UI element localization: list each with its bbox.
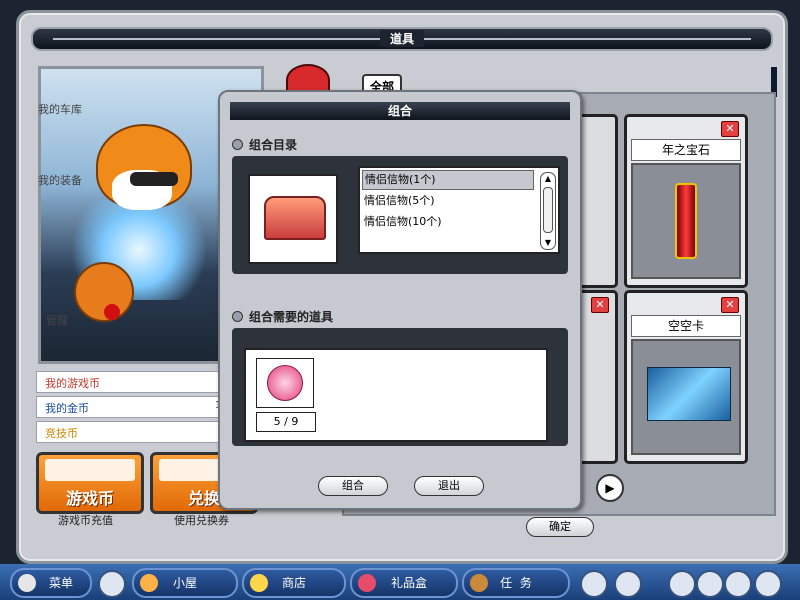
required-count: 5 / 9: [256, 412, 316, 432]
card-icon: [631, 339, 741, 455]
arena-coin-label: 竞技币: [45, 427, 78, 440]
quest-button[interactable]: 任 务: [462, 568, 570, 598]
reindeer-nose: [104, 304, 120, 320]
required-heading: 组合需要的道具: [232, 308, 333, 325]
menu-button[interactable]: 菜单: [10, 568, 92, 598]
close-icon[interactable]: ✕: [721, 121, 739, 137]
exit-button[interactable]: 退出: [414, 476, 484, 496]
recharge-button[interactable]: 游戏币: [36, 452, 144, 514]
arena-coin-row: 竞技币: [36, 421, 244, 443]
chest-item[interactable]: [248, 174, 338, 264]
combine-list[interactable]: 情侣信物(1个) 情侣信物(5个) 情侣信物(10个) ▲ ▼: [358, 166, 560, 254]
window-title: 道具: [379, 30, 425, 47]
search-icon[interactable]: [724, 570, 752, 598]
scroll-down-icon[interactable]: ▼: [541, 237, 555, 249]
garage-label[interactable]: 我的车库: [38, 101, 82, 117]
quest-label: 任 务: [500, 576, 532, 590]
gold-coin-row: 我的金币 1 6: [36, 396, 244, 418]
shop-button[interactable]: 商店: [242, 568, 346, 598]
title-bar: 道具: [31, 27, 773, 51]
gem-icon: [631, 163, 741, 279]
bullet-icon: [232, 139, 243, 150]
house-button[interactable]: 小屋: [132, 568, 238, 598]
required-heading-text: 组合需要的道具: [249, 310, 334, 324]
combine-button[interactable]: 组合: [318, 476, 388, 496]
manage-label[interactable]: 管理: [46, 312, 68, 328]
required-item[interactable]: [256, 358, 314, 408]
menu-label: 菜单: [48, 576, 73, 590]
bullet-icon: [232, 311, 243, 322]
pink-orb-icon: [267, 365, 303, 401]
avatar-glasses: [130, 172, 178, 186]
chest-icon: [264, 196, 326, 240]
recharge-face: 游戏币: [65, 489, 114, 508]
back-icon[interactable]: [98, 570, 126, 598]
game-coin-label: 我的游戏币: [45, 377, 100, 390]
list-item[interactable]: 情侣信物(5个): [362, 192, 532, 210]
slot-name: 空空卡: [631, 315, 741, 337]
gem-shape: [675, 183, 697, 259]
tools-icon[interactable]: [614, 570, 642, 598]
required-frame: 5 / 9: [232, 328, 568, 446]
catalog-heading: 组合目录: [232, 136, 297, 153]
inventory-slot-empty-card[interactable]: ✕ 空空卡: [624, 290, 748, 464]
taskbar: 菜单 小屋 商店 礼品盒 任 务: [0, 564, 800, 600]
inventory-slot-year-gem[interactable]: ✕ 年之宝石: [624, 114, 748, 288]
equipment-label[interactable]: 我的装备: [38, 172, 82, 188]
giftbox-button[interactable]: 礼品盒: [350, 568, 458, 598]
recharge-caption: 游戏币充值: [58, 514, 113, 527]
catalog-heading-text: 组合目录: [249, 138, 298, 152]
shop-label: 商店: [281, 576, 306, 590]
next-page-button[interactable]: ▶: [596, 474, 624, 502]
power-icon[interactable]: [754, 570, 782, 598]
slot-name: 年之宝石: [631, 139, 741, 161]
gold-coin-label: 我的金币: [45, 402, 89, 415]
coin-icon: [45, 459, 135, 481]
scroll-up-icon[interactable]: ▲: [541, 173, 555, 185]
required-box: 5 / 9: [244, 348, 548, 442]
card-shape: [647, 367, 731, 421]
friends-icon[interactable]: [696, 570, 724, 598]
list-item[interactable]: 情侣信物(1个): [362, 170, 534, 190]
confirm-button[interactable]: 确定: [526, 517, 594, 537]
list-scrollbar[interactable]: ▲ ▼: [540, 172, 556, 250]
close-icon[interactable]: ✕: [721, 297, 739, 313]
close-icon[interactable]: ✕: [591, 297, 609, 313]
giftbox-label: 礼品盒: [390, 576, 427, 590]
game-coin-row: 我的游戏币: [36, 371, 244, 393]
list-item[interactable]: 情侣信物(10个): [362, 213, 532, 231]
catalog-frame: 情侣信物(1个) 情侣信物(5个) 情侣信物(10个) ▲ ▼: [232, 156, 568, 274]
compass-icon[interactable]: [580, 570, 608, 598]
house-label: 小屋: [172, 576, 197, 590]
exchange-caption: 使用兑换券: [174, 514, 229, 527]
dialog-title: 组合: [230, 102, 570, 120]
scroll-thumb[interactable]: [543, 187, 553, 233]
combine-dialog: 组合 组合目录 情侣信物(1个) 情侣信物(5个) 情侣信物(10个) ▲ ▼ …: [218, 90, 582, 510]
settings-icon[interactable]: [668, 570, 696, 598]
